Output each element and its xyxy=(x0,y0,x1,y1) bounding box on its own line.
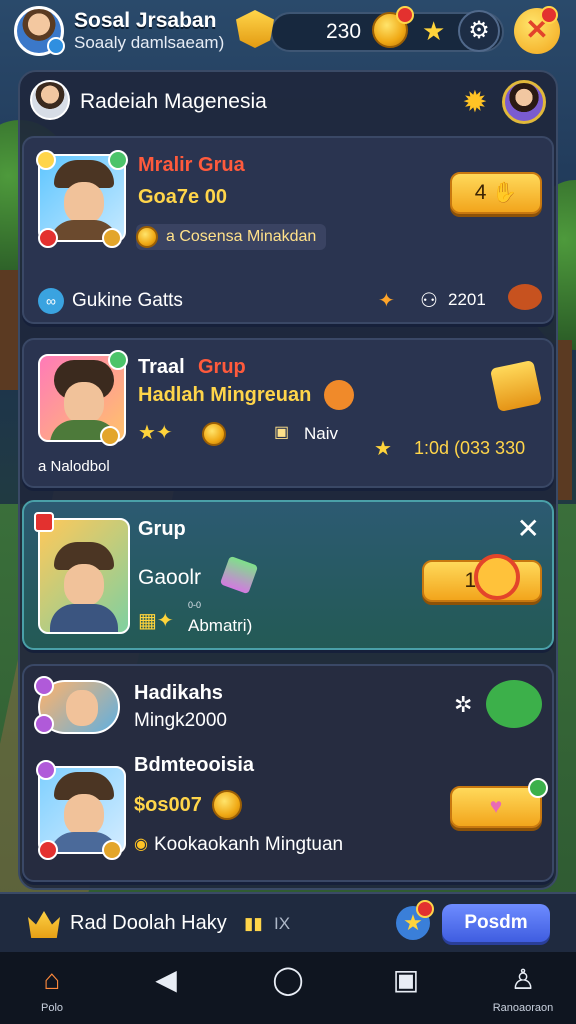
card-title: Grup xyxy=(138,518,186,540)
card-detail: Naiv xyxy=(304,424,339,443)
profile-badge-icon xyxy=(47,37,65,55)
group-card-3[interactable]: Grup ✕ Gaoolr ▦✦ 0-0 Abmatri) 150 xyxy=(22,500,554,650)
level-icon xyxy=(34,676,54,696)
star-icon: ★ xyxy=(374,438,392,460)
action-bar: Rad Doolah Haky ▮▮ IX ★ Posdm xyxy=(0,892,576,952)
star-icon[interactable]: ★ xyxy=(422,16,445,47)
level-icon xyxy=(36,760,56,780)
card-portrait xyxy=(38,518,130,634)
lock-icon: ▣ xyxy=(274,424,290,441)
sparkle-icon: ✲ xyxy=(454,692,473,717)
user-subtitle: Soaaly damlsaeam) xyxy=(74,33,225,52)
nav-back[interactable]: ◀ xyxy=(136,964,196,1016)
trophy-icon: ▦✦ xyxy=(138,610,174,632)
gift-box-icon[interactable] xyxy=(489,359,543,413)
card-title-b: Grup xyxy=(198,356,246,378)
nav-label-profile: Ranoaoraon xyxy=(492,1002,554,1014)
exit-notification-badge xyxy=(540,6,558,24)
circle-icon: ◯ xyxy=(272,964,304,995)
panel-title: Radeiah Magenesia xyxy=(80,90,267,113)
group-card-4[interactable]: Hadikahs Mingk2000 ✲ Bdmteooisia $os007 … xyxy=(22,664,554,882)
coin-icon xyxy=(136,226,158,248)
nav-home[interactable]: ⌂ Polo xyxy=(22,964,82,1016)
gem-icon xyxy=(219,555,259,595)
header-avatar[interactable] xyxy=(30,80,70,120)
level-icon xyxy=(36,150,56,170)
hint-button[interactable] xyxy=(486,680,542,728)
rank-icon xyxy=(38,228,58,248)
person-icon: ♙ xyxy=(510,964,536,995)
card-right-value: 1:0d (033 330 xyxy=(414,438,526,458)
ring-icon xyxy=(474,554,520,600)
nav-home-circle[interactable]: ◯ xyxy=(258,964,318,1016)
pause-icon: ▮▮ xyxy=(244,914,263,933)
group-card-1[interactable]: Mralir Grua Goa7e 00 a Cosensa Minakdan … xyxy=(22,136,554,324)
tree-trunk-left xyxy=(0,270,18,390)
group-card-2[interactable]: Traal Grup Hadlah Mingreuan ★✦ ▣ Naiv a … xyxy=(22,338,554,488)
rank-icon xyxy=(38,840,58,860)
tree-trunk-right xyxy=(556,340,572,500)
friend-avatar[interactable] xyxy=(502,80,546,124)
medal-icon xyxy=(102,840,122,860)
medal-icon xyxy=(100,426,120,446)
card-detail-small: 0-0 xyxy=(188,600,202,610)
nav-label-home: Polo xyxy=(40,1002,64,1014)
card-subtitle-2: $os007 xyxy=(134,794,202,816)
claim-button[interactable]: 4 ✋ xyxy=(450,172,542,214)
favorite-badge xyxy=(416,900,434,918)
online-icon xyxy=(108,350,128,370)
action-extra: IX xyxy=(274,914,291,933)
sparkle-icon: ✦ xyxy=(378,290,395,312)
rank-icon xyxy=(34,714,54,734)
card-stat: 2201 xyxy=(448,290,486,309)
coin-icon xyxy=(202,422,226,446)
card-subtitle: Hadlah Mingreuan xyxy=(138,384,312,406)
coin-count: 230 xyxy=(326,20,362,43)
post-button[interactable]: Posdm xyxy=(442,904,550,942)
alarm-icon xyxy=(324,380,354,410)
panel-header: Radeiah Magenesia ✹ xyxy=(18,72,558,132)
bottom-nav: ⌂ Polo ◀ ◯ ▣ ♙ Ranoaoraon xyxy=(0,952,576,1024)
nav-profile[interactable]: ♙ Ranoaoraon xyxy=(490,964,556,1016)
card-footer: a Nalodbol xyxy=(38,458,110,475)
flag-icon xyxy=(34,512,54,532)
online-icon xyxy=(108,150,128,170)
user-name: Sosal Jrsaban xyxy=(74,9,217,32)
recents-icon: ▣ xyxy=(392,964,420,995)
profile-avatar[interactable] xyxy=(14,6,65,56)
card-title-a: Traal xyxy=(138,356,185,378)
card-subtitle: Gaoolr xyxy=(138,566,202,589)
card-footer: Gukine Gatts xyxy=(72,290,183,311)
stars-icon: ★✦ xyxy=(138,422,173,444)
gear-icon[interactable]: ✹ xyxy=(460,88,490,118)
card-detail-2: Kookaokanh Mingtuan xyxy=(154,834,344,855)
controller-icon: ⚇ xyxy=(420,290,438,312)
card-chip: a Cosensa Minakdan xyxy=(136,224,327,250)
card-title: Mralir Grua xyxy=(138,154,245,176)
card-title: Hadikahs xyxy=(134,682,223,704)
card-detail: Abmatri) xyxy=(188,616,253,635)
user-info: Sosal Jrsaban Soaaly damlsaeam) xyxy=(74,9,224,53)
close-icon[interactable]: ✕ xyxy=(517,512,540,545)
home-icon: ⌂ xyxy=(43,964,61,995)
card-subtitle: Mingk2000 xyxy=(134,710,227,731)
back-icon: ◀ xyxy=(155,964,177,995)
card-title-2: Bdmteooisia xyxy=(134,754,255,776)
check-icon xyxy=(528,778,548,798)
action-text: Rad Doolah Haky xyxy=(70,912,227,934)
reward-icon xyxy=(508,284,542,310)
coin-icon xyxy=(212,790,242,820)
crown-icon xyxy=(28,911,60,938)
coin-small-icon: ◉ xyxy=(134,836,148,853)
coin-notification-badge xyxy=(396,6,414,24)
nav-recents[interactable]: ▣ xyxy=(376,964,436,1016)
gift-icon: ∞ xyxy=(38,288,64,314)
card-subtitle: Goa7e 00 xyxy=(138,186,227,208)
medal-icon xyxy=(102,228,122,248)
settings-icon[interactable]: ⚙ xyxy=(458,10,500,52)
